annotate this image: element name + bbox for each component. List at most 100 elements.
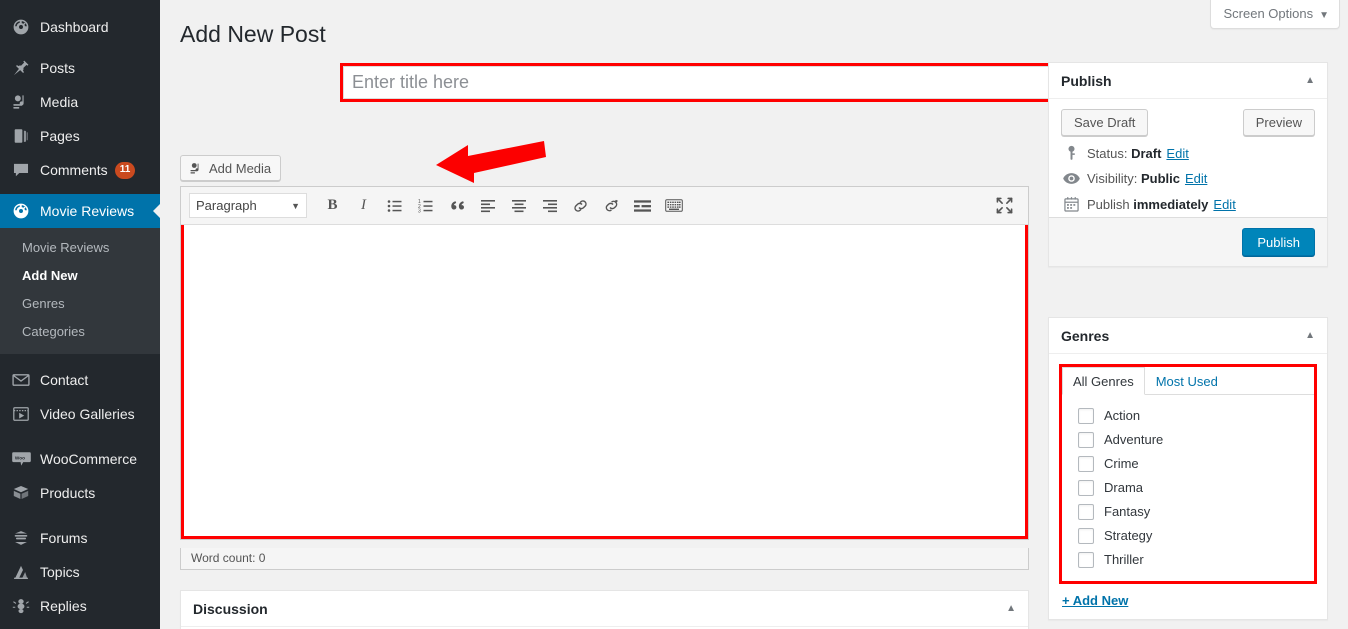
editor-toolbar: Paragraph ▼ B I 1 2 3 [181,187,1028,225]
word-count-label: Word count: 0 [191,551,266,565]
genres-add-new-link[interactable]: + Add New [1062,593,1128,608]
video-icon [11,404,31,424]
align-center-icon[interactable] [503,192,534,220]
genre-checkbox[interactable] [1078,408,1094,424]
genre-label: Drama [1104,480,1144,495]
publish-row-draft: Status: Draft Edit [1049,140,1327,166]
blockquote-icon[interactable] [441,192,472,220]
genre-checkbox[interactable] [1078,528,1094,544]
genre-checkbox[interactable] [1078,456,1094,472]
sidebar-item-label: Contact [40,372,89,388]
unlink-icon[interactable] [596,192,627,220]
genre-item-thriller[interactable]: Thriller [1062,548,1314,572]
admin-sidebar: Dashboard Posts Media Pages Comments 11 Movie … [0,0,160,629]
genres-tab-most-used[interactable]: Most Used [1145,367,1229,394]
genres-tabs: All Genres Most Used [1062,367,1314,395]
genre-item-drama[interactable]: Drama [1062,476,1314,500]
align-left-icon[interactable] [472,192,503,220]
chevron-down-icon: ▼ [291,200,300,211]
genre-item-adventure[interactable]: Adventure [1062,428,1314,452]
paragraph-format-select[interactable]: Paragraph ▼ [189,193,307,218]
sidebar-item-video-galleries[interactable]: Video Galleries [0,397,160,431]
preview-button[interactable]: Preview [1242,109,1315,136]
genre-checkbox[interactable] [1078,432,1094,448]
add-media-button[interactable]: Add Media [180,155,282,181]
pages-icon [11,126,31,146]
toolbar-toggle-icon[interactable] [658,192,689,220]
add-media-icon [188,158,204,178]
paragraph-format-value: Paragraph [196,198,257,213]
sidebar-item-contact[interactable]: Contact [0,363,160,397]
publish-row-edit-link[interactable]: Edit [1213,197,1235,212]
sidebar-item-forums[interactable]: Forums [0,521,160,555]
post-editor: Paragraph ▼ B I 1 2 3 [180,186,1029,540]
sidebar-item-pages[interactable]: Pages [0,119,160,153]
genre-checkbox[interactable] [1078,552,1094,568]
publish-header[interactable]: Publish ▲ [1049,63,1327,99]
genres-metabox: Genres ▲ All Genres Most Used Action Adven… [1048,317,1328,620]
genre-checkbox[interactable] [1078,480,1094,496]
sidebar-item-label: Movie Reviews [40,203,135,219]
insert-link-icon[interactable] [565,192,596,220]
genre-label: Strategy [1104,528,1153,543]
sidebar-item-movie-reviews[interactable]: Movie Reviews [0,194,160,228]
screen-options-button[interactable]: Screen Options ▼ [1210,0,1340,29]
publish-button[interactable]: Publish [1242,228,1315,256]
publish-actions-row: Save Draft Preview [1049,99,1327,140]
chevron-up-icon[interactable]: ▲ [1305,75,1315,86]
replies-icon [11,596,31,616]
chevron-down-icon: ▼ [1319,10,1329,21]
pin-icon [11,58,31,78]
publish-row-text: Visibility: Public [1087,171,1180,186]
chevron-up-icon[interactable]: ▲ [1006,603,1016,614]
genre-label: Action [1104,408,1141,423]
media-icon [11,92,31,112]
genre-checkbox[interactable] [1078,504,1094,520]
submenu-item-genres[interactable]: Genres [0,290,160,318]
sidebar-item-replies[interactable]: Replies [0,589,160,623]
publish-row-immediately: Publish immediately Edit [1049,191,1327,217]
submenu-item-add-new[interactable]: Add New [0,262,160,290]
sidebar-primary-menu: Dashboard Posts Media Pages Comments 11 Movie … [0,10,160,228]
sidebar-item-posts[interactable]: Posts [0,51,160,85]
box-icon [11,483,31,503]
genres-header[interactable]: Genres ▲ [1049,318,1327,354]
save-draft-button[interactable]: Save Draft [1061,109,1149,136]
eye-icon [1061,172,1081,185]
chevron-up-icon[interactable]: ▲ [1305,330,1315,341]
sidebar-submenu-movie-reviews: Movie Reviews Add New Genres Categories [0,228,160,354]
sidebar-item-label: Forums [40,530,88,546]
annotation-arrow-icon [436,141,546,183]
editor-content-area[interactable] [184,225,1025,536]
dashboard-icon [11,17,31,37]
genre-item-action[interactable]: Action [1062,404,1314,428]
sidebar-item-products[interactable]: Products [0,476,160,510]
submenu-item-categories[interactable]: Categories [0,318,160,346]
bold-icon[interactable]: B [317,192,348,220]
discussion-header[interactable]: Discussion ▲ [181,591,1028,627]
sidebar-item-dashboard[interactable]: Dashboard [0,10,160,44]
genre-item-fantasy[interactable]: Fantasy [1062,500,1314,524]
submenu-item-movie-reviews[interactable]: Movie Reviews [0,234,160,262]
numbered-list-icon[interactable]: 1 2 3 [410,192,441,220]
align-right-icon[interactable] [534,192,565,220]
sidebar-item-woocommerce[interactable]: Woo WooCommerce [0,442,160,476]
sidebar-item-label: Pages [40,128,80,144]
read-more-icon[interactable] [627,192,658,220]
sidebar-item-label: Dashboard [40,19,109,35]
sidebar-item-comments[interactable]: Comments 11 [0,153,160,187]
publish-row-edit-link[interactable]: Edit [1166,146,1188,161]
italic-icon[interactable]: I [348,192,379,220]
publish-row-edit-link[interactable]: Edit [1185,171,1207,186]
fullscreen-icon[interactable] [989,192,1020,220]
publish-row-public: Visibility: Public Edit [1049,166,1327,191]
envelope-icon [11,370,31,390]
genre-item-strategy[interactable]: Strategy [1062,524,1314,548]
genres-tab-all-genres[interactable]: All Genres [1062,367,1145,395]
sidebar-item-topics[interactable]: Topics [0,555,160,589]
bulleted-list-icon[interactable] [379,192,410,220]
dashboard-icon [11,201,31,221]
sidebar-item-label: Products [40,485,96,501]
genre-item-crime[interactable]: Crime [1062,452,1314,476]
sidebar-item-media[interactable]: Media [0,85,160,119]
